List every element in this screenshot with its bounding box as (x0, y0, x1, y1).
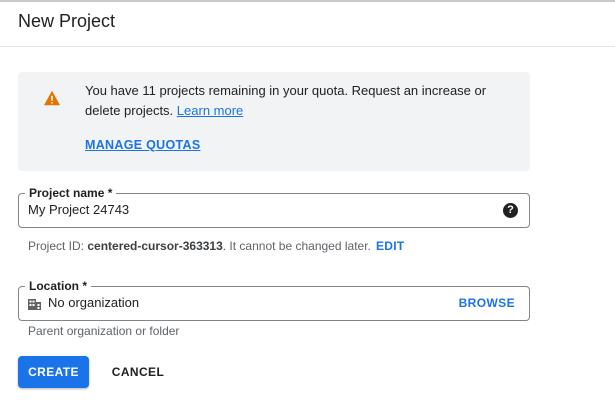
top-edge-shadow (0, 0, 615, 2)
location-hint: Parent organization or folder (28, 324, 180, 338)
quota-notice-text: You have 11 projects remaining in your q… (85, 81, 515, 121)
dialog-title: New Project (18, 11, 116, 31)
location-value: No organization (48, 295, 140, 310)
learn-more-link[interactable]: Learn more (177, 103, 243, 118)
project-name-label: Project name * (25, 185, 117, 201)
browse-button[interactable]: BROWSE (459, 296, 515, 310)
quota-notice: You have 11 projects remaining in your q… (18, 72, 530, 171)
warning-icon (44, 90, 60, 106)
project-id-suffix: . It cannot be changed later. (222, 239, 371, 253)
create-button[interactable]: CREATE (18, 356, 89, 388)
building-icon (28, 299, 41, 310)
location-label: Location * (25, 278, 92, 294)
project-name-field[interactable]: Project name * My Project 24743 ? (18, 185, 530, 228)
edit-project-id-button[interactable]: EDIT (376, 239, 405, 253)
header-divider (0, 46, 615, 47)
help-circle-icon[interactable]: ? (503, 203, 518, 218)
manage-quotas-link[interactable]: MANAGE QUOTAS (85, 138, 200, 152)
quota-message: You have 11 projects remaining in your q… (85, 83, 487, 118)
project-id-text: Project ID: centered-cursor-363313. It c… (28, 239, 371, 253)
project-id-value: centered-cursor-363313 (87, 239, 223, 253)
project-name-input[interactable]: My Project 24743 (28, 202, 129, 217)
location-field[interactable]: Location * No organization BROWSE (18, 278, 530, 321)
cancel-button[interactable]: CANCEL (106, 356, 170, 388)
project-id-prefix: Project ID: (28, 239, 85, 253)
